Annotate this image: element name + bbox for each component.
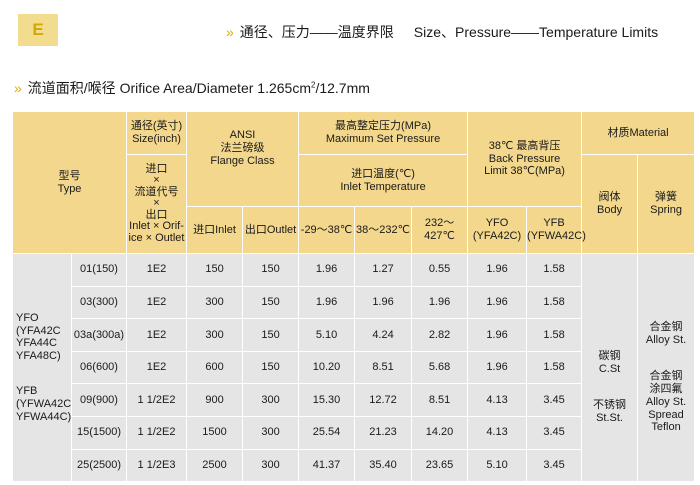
set-pressure-t1-cell: 5.10 <box>298 318 356 352</box>
temp-range-3-header: 232～427℃ <box>411 206 469 254</box>
inlet-code-header: 进口 × 流道代号 × 出口 Inlet × Orif-ice × Outlet <box>126 154 188 254</box>
set-pressure-t2-cell: 1.27 <box>354 253 413 287</box>
back-pressure-yfo-cell: 5.10 <box>467 448 528 483</box>
outlet-class-cell: 300 <box>242 448 300 483</box>
back-pressure-yfo-cell: 4.13 <box>467 415 528 450</box>
spring-material-cell: 合金钢 Alloy St. 合金钢 涂四氟 Alloy St. Spread Teflon <box>637 252 696 483</box>
section-badge: E <box>18 14 58 46</box>
set-pressure-t3-cell: 2.82 <box>411 318 469 352</box>
yfo-header: YFO (YFA42C) <box>467 206 528 254</box>
set-pressure-t2-cell: 35.40 <box>354 448 413 483</box>
temp-range-2-header: 38～232℃ <box>354 206 413 254</box>
inlet-code-cell: 1 1/2E3 <box>126 448 188 483</box>
set-pressure-t3-cell: 0.55 <box>411 253 469 287</box>
header-title-en: Size、Pressure——Temperature Limits <box>413 24 659 40</box>
inlet-header: 进口Inlet <box>186 206 244 254</box>
pressure-rating-cell: 03a(300a) <box>70 318 128 352</box>
pressure-rating-cell: 25(2500) <box>70 448 128 483</box>
pressure-rating-cell: 15(1500) <box>70 415 128 450</box>
set-pressure-t2-cell: 8.51 <box>354 350 413 385</box>
back-pressure-yfo-cell: 1.96 <box>467 318 528 352</box>
back-pressure-yfb-cell: 3.45 <box>526 448 583 483</box>
back-pressure-yfb-cell: 1.58 <box>526 318 583 352</box>
set-pressure-t1-cell: 41.37 <box>298 448 356 483</box>
set-pressure-t1-cell: 10.20 <box>298 350 356 385</box>
header-title-cn: 通径、压力——温度界限 <box>239 24 394 40</box>
type-models-cell: YFO (YFA42C YFA44C YFA48C) YFB (YFWA42C YFWA44… <box>12 252 72 483</box>
back-pressure-yfo-cell: 1.96 <box>467 253 528 287</box>
material-header: 材质Material <box>581 111 696 155</box>
back-pressure-yfo-cell: 4.13 <box>467 383 528 417</box>
back-pressure-yfb-cell: 1.58 <box>526 253 583 287</box>
spec-table: 型号 Type 通径(英寸) Size(inch) ANSI 法兰磅级 Flange C… <box>11 111 696 483</box>
body-material-cell: 碳钢 C.St 不锈钢 St.St. <box>581 252 639 483</box>
pressure-rating-cell: 01(150) <box>70 253 128 287</box>
set-pressure-t1-cell: 1.96 <box>298 285 356 320</box>
inlet-code-cell: 1E2 <box>126 253 188 287</box>
outlet-class-cell: 150 <box>242 350 300 385</box>
outlet-class-cell: 150 <box>242 285 300 320</box>
yfb-header: YFB (YFWA42C) <box>526 206 586 254</box>
inlet-class-cell: 1500 <box>186 415 244 450</box>
pressure-rating-cell: 09(900) <box>70 383 128 417</box>
table-row: YFO (YFA42C YFA44C YFA48C) YFB (YFWA42C YFWA44… <box>12 252 696 483</box>
inlet-class-cell: 150 <box>186 253 244 287</box>
set-pressure-t3-cell: 23.65 <box>411 448 469 483</box>
inlet-code-cell: 1 1/2E2 <box>126 383 188 417</box>
set-pressure-t2-cell: 12.72 <box>354 383 413 417</box>
outlet-header: 出口Outlet <box>242 206 300 254</box>
section-title-end: /12.7mm <box>315 80 370 96</box>
inlet-code-cell: 1E2 <box>126 285 188 320</box>
set-pressure-t1-cell: 25.54 <box>298 415 356 450</box>
section-title-main: 流道面积/喉径 Orifice Area/Diameter 1.265cm <box>27 80 311 96</box>
inlet-code-cell: 1E2 <box>126 318 188 352</box>
set-pressure-t2-cell: 21.23 <box>354 415 413 450</box>
back-pressure-yfb-cell: 3.45 <box>526 383 583 417</box>
set-pressure-t1-cell: 15.30 <box>298 383 356 417</box>
set-pressure-t3-cell: 14.20 <box>411 415 469 450</box>
inlet-temp-header: 进口温度(℃) Inlet Temperature <box>298 154 469 207</box>
set-pressure-t3-cell: 1.96 <box>411 285 469 320</box>
page-header: » 通径、压力——温度界限 Size、Pressure——Temperature L… <box>226 22 658 42</box>
inlet-class-cell: 2500 <box>186 448 244 483</box>
set-pressure-t2-cell: 1.96 <box>354 285 413 320</box>
back-pressure-yfb-cell: 3.45 <box>526 415 583 450</box>
back-pressure-header: 38℃ 最高背压 Back Pressure Limit 38℃(MPa) <box>467 111 583 207</box>
set-pressure-t2-cell: 4.24 <box>354 318 413 352</box>
set-pressure-t3-cell: 5.68 <box>411 350 469 385</box>
temp-range-1-header: -29～38℃ <box>298 206 356 254</box>
set-pressure-t3-cell: 8.51 <box>411 383 469 417</box>
back-pressure-yfo-cell: 1.96 <box>467 285 528 320</box>
set-pressure-header: 最高整定压力(MPa) Maximum Set Pressure <box>298 111 469 155</box>
section-title: » 流道面积/喉径 Orifice Area/Diameter 1.265cm2/… <box>14 78 370 98</box>
inlet-class-cell: 900 <box>186 383 244 417</box>
inlet-code-cell: 1E2 <box>126 350 188 385</box>
type-header: 型号 Type <box>11 111 128 254</box>
inlet-class-cell: 300 <box>186 318 244 352</box>
outlet-class-cell: 300 <box>242 383 300 417</box>
outlet-class-cell: 150 <box>242 253 300 287</box>
outlet-class-cell: 300 <box>242 415 300 450</box>
inlet-class-cell: 600 <box>186 350 244 385</box>
back-pressure-yfb-cell: 1.58 <box>526 350 583 385</box>
inlet-code-cell: 1 1/2E2 <box>126 415 188 450</box>
double-chevron-icon: » <box>226 24 234 40</box>
back-pressure-yfo-cell: 1.96 <box>467 350 528 385</box>
double-chevron-icon: » <box>14 80 22 96</box>
size-header: 通径(英寸) Size(inch) <box>126 111 188 155</box>
inlet-class-cell: 300 <box>186 285 244 320</box>
body-header: 阀体 Body <box>581 154 639 254</box>
outlet-class-cell: 150 <box>242 318 300 352</box>
spring-header: 弹簧 Spring <box>637 154 696 254</box>
pressure-rating-cell: 03(300) <box>70 285 128 320</box>
set-pressure-t1-cell: 1.96 <box>298 253 356 287</box>
ansi-header: ANSI 法兰磅级 Flange Class <box>186 111 300 207</box>
pressure-rating-cell: 06(600) <box>70 350 128 385</box>
back-pressure-yfb-cell: 1.58 <box>526 285 583 320</box>
